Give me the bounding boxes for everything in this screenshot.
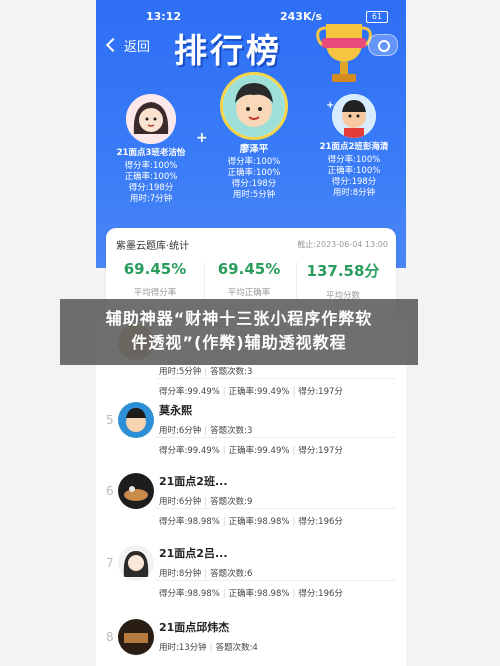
podium-score: 得分:198分 bbox=[128, 183, 174, 193]
item-correct-rate: 正确率:99.49% bbox=[228, 446, 290, 456]
podium-time: 用时:5分钟 bbox=[232, 190, 276, 200]
podium-score-rate: 得分率:100% bbox=[124, 161, 178, 171]
item-scores: 得分率:98.98% | 正确率:98.98% | 得分:196分 bbox=[159, 589, 343, 599]
item-time: 用时:5分钟 bbox=[159, 367, 202, 377]
item-name: 21面点2吕... bbox=[159, 547, 228, 560]
divider bbox=[156, 508, 396, 509]
chevron-left-icon bbox=[105, 37, 121, 53]
item-score-rate: 得分率:98.98% bbox=[159, 517, 220, 527]
item-correct-rate: 正确率:98.98% bbox=[228, 589, 290, 599]
avatar bbox=[118, 619, 154, 655]
item-correct-rate: 正确率:98.98% bbox=[228, 517, 290, 527]
podium-correct-rate: 正确率:100% bbox=[124, 172, 178, 182]
divider bbox=[156, 378, 396, 379]
podium-name: 21面点2班彭海清 bbox=[319, 142, 389, 152]
podium-first[interactable]: 廖泽平 得分率:100% 正确率:100% 得分:198分 用时:5分钟 bbox=[204, 72, 304, 201]
item-scores: 得分率:98.98% | 正确率:98.98% | 得分:196分 bbox=[159, 517, 343, 527]
stat-label: 平均正确率 bbox=[227, 288, 271, 298]
item-name: 莫永熙 bbox=[159, 404, 192, 417]
podium-time: 用时:8分钟 bbox=[332, 188, 376, 198]
item-time: 用时:6分钟 bbox=[159, 497, 202, 507]
overlay-banner: 辅助神器“财神十三张小程序作弊软 件透视”(作弊)辅助透视教程 bbox=[60, 299, 418, 365]
back-label: 返回 bbox=[124, 40, 151, 55]
item-rank: 6 bbox=[106, 484, 114, 498]
girl-sketch-icon bbox=[118, 545, 154, 581]
item-score-rate: 得分率:98.98% bbox=[159, 589, 220, 599]
item-score-rate: 得分率:99.49% bbox=[159, 446, 220, 456]
page-title: 排行榜 bbox=[174, 31, 282, 70]
item-time: 用时:6分钟 bbox=[159, 426, 202, 436]
list-item[interactable]: 8 21面点邱炜杰 用时:13分钟 | 答题次数:4 bbox=[96, 608, 406, 666]
item-meta: 用时:6分钟 | 答题次数:3 bbox=[159, 426, 253, 436]
stat-label: 平均得分率 bbox=[133, 288, 177, 298]
item-score: 得分:196分 bbox=[298, 517, 343, 527]
back-button[interactable]: 返回 bbox=[105, 36, 151, 55]
summary-date: 截止:2023-06-04 13:00 bbox=[297, 240, 388, 249]
ranking-list: 用时:5分钟 | 答题次数:3 得分率:99.49% | 正确率:99.49% | 得分:1… bbox=[96, 318, 406, 666]
avatar bbox=[220, 72, 288, 140]
list-item[interactable]: 5 莫永熙 用时:6分钟 | 答题次数:3 得分率:99.49% | 正确率:99.49… bbox=[96, 391, 406, 461]
podium-correct-rate: 正确率:100% bbox=[227, 168, 281, 178]
stat-value: 137.58分 bbox=[306, 262, 380, 280]
item-meta: 用时:6分钟 | 答题次数:9 bbox=[159, 497, 253, 507]
banner-line-2: 件透视”(作弊)辅助透视教程 bbox=[131, 333, 347, 352]
item-rank: 8 bbox=[106, 630, 114, 644]
podium-score: 得分:198分 bbox=[331, 177, 377, 187]
photo-avatar-icon bbox=[118, 473, 154, 509]
item-name: 21面点邱炜杰 bbox=[159, 621, 230, 634]
status-time: 13:12 bbox=[146, 10, 182, 23]
podium-name: 21面点3班老洁怡 bbox=[116, 148, 186, 158]
item-scores: 得分率:99.49% | 正确率:99.49% | 得分:197分 bbox=[159, 446, 343, 456]
item-score: 得分:196分 bbox=[298, 589, 343, 599]
close-button[interactable] bbox=[368, 34, 398, 56]
item-attempts: 答题次数:6 bbox=[210, 569, 253, 579]
podium-score: 得分:198分 bbox=[231, 179, 277, 189]
podium-score-rate: 得分率:100% bbox=[227, 157, 281, 167]
podium-third[interactable]: 21面点2班彭海清 得分率:100% 正确率:100% 得分:198分 用时:8… bbox=[306, 94, 402, 199]
podium-score-rate: 得分率:100% bbox=[327, 155, 381, 165]
item-attempts: 答题次数:3 bbox=[210, 426, 253, 436]
list-item[interactable]: 6 21面点2班... 用时:6分钟 | 答题次数:9 得分率:98.98% | 正确率… bbox=[96, 462, 406, 532]
girl-sketch-icon bbox=[126, 94, 176, 144]
avatar bbox=[118, 473, 154, 509]
item-meta: 用时:5分钟 | 答题次数:3 bbox=[159, 367, 253, 377]
divider bbox=[296, 262, 297, 300]
cartoon-face-icon bbox=[118, 402, 154, 438]
item-attempts: 答题次数:9 bbox=[210, 497, 253, 507]
summary-heading: 紫墨云题库·统计 bbox=[116, 241, 190, 252]
item-time: 用时:13分钟 bbox=[159, 643, 207, 653]
divider bbox=[204, 262, 205, 300]
avatar bbox=[126, 94, 176, 144]
list-item[interactable]: 7 21面点2吕... 用时:8分钟 | 答题次数:6 得分率:98.98% | 正确率… bbox=[96, 534, 406, 604]
podium-correct-rate: 正确率:100% bbox=[327, 166, 381, 176]
item-meta: 用时:8分钟 | 答题次数:6 bbox=[159, 569, 253, 579]
item-attempts: 答题次数:3 bbox=[210, 367, 253, 377]
stat-value: 69.45% bbox=[123, 260, 187, 278]
divider bbox=[156, 437, 396, 438]
stat-value: 69.45% bbox=[217, 260, 281, 278]
item-time: 用时:8分钟 bbox=[159, 569, 202, 579]
divider bbox=[156, 580, 396, 581]
banner-line-1: 辅助神器“财神十三张小程序作弊软 bbox=[105, 309, 373, 328]
item-name: 21面点2班... bbox=[159, 475, 228, 488]
podium-time: 用时:7分钟 bbox=[129, 194, 173, 204]
avatar bbox=[118, 545, 154, 581]
podium-name: 廖泽平 bbox=[239, 144, 269, 155]
stat-avg-score: 137.58分 平均分数 bbox=[300, 260, 386, 301]
photo-avatar-icon bbox=[118, 619, 154, 655]
item-score: 得分:197分 bbox=[298, 446, 343, 456]
item-rank: 5 bbox=[106, 413, 114, 427]
item-attempts: 答题次数:4 bbox=[215, 643, 258, 653]
avatar bbox=[332, 94, 376, 138]
item-meta: 用时:13分钟 | 答题次数:4 bbox=[159, 643, 258, 653]
item-rank: 7 bbox=[106, 556, 114, 570]
stat-avg-score-rate: 69.45% 平均得分率 bbox=[112, 260, 198, 298]
cartoon-man-icon bbox=[332, 94, 376, 138]
podium-second[interactable]: 21面点3班老洁怡 得分率:100% 正确率:100% 得分:198分 用时:7… bbox=[106, 94, 196, 205]
boy-cartoon-icon bbox=[223, 75, 285, 137]
stat-avg-correct-rate: 69.45% 平均正确率 bbox=[206, 260, 292, 298]
avatar bbox=[118, 402, 154, 438]
trophy-icon bbox=[316, 24, 372, 82]
